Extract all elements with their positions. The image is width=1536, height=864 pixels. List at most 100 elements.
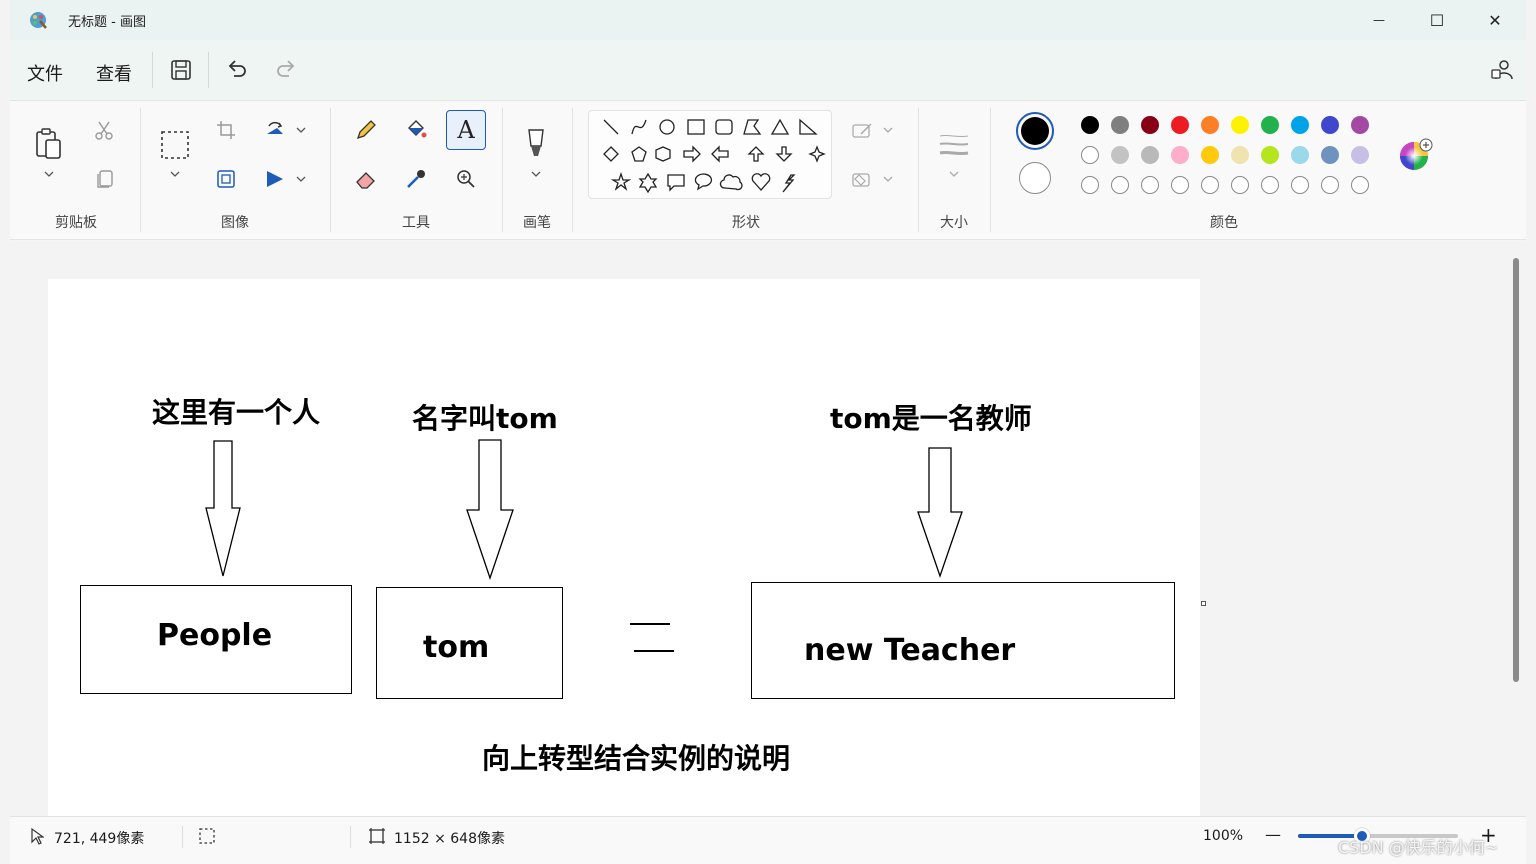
custom-color-slot[interactable] <box>1261 176 1279 194</box>
custom-color-slot[interactable] <box>1111 176 1129 194</box>
custom-color-slot[interactable] <box>1321 176 1339 194</box>
oval-callout-shape-icon[interactable] <box>694 173 713 191</box>
diamond-shape-icon[interactable] <box>603 146 619 162</box>
chevron-down-icon[interactable] <box>294 174 308 184</box>
fill-icon[interactable] <box>404 118 428 142</box>
color-picker-icon[interactable] <box>404 167 428 191</box>
custom-color-slot[interactable] <box>1231 176 1249 194</box>
magnifier-icon[interactable] <box>454 167 478 191</box>
select-icon[interactable] <box>160 130 190 160</box>
drawing-canvas[interactable]: 这里有一个人 名字叫tom tom是一名教师 People tom new Te… <box>48 279 1200 816</box>
palette-swatch[interactable] <box>1231 116 1249 134</box>
crop-icon[interactable] <box>215 119 237 141</box>
resize-icon[interactable] <box>215 168 237 190</box>
secondary-color-swatch[interactable] <box>1019 162 1051 194</box>
curve-shape-icon[interactable] <box>631 119 647 135</box>
rectangle-shape-icon[interactable] <box>687 119 705 135</box>
palette-swatch[interactable] <box>1201 116 1219 134</box>
chevron-down-icon[interactable] <box>881 174 895 184</box>
palette-swatch[interactable] <box>1321 116 1339 134</box>
arrow-down-shape-icon[interactable] <box>775 146 793 162</box>
palette-swatch[interactable] <box>1141 146 1159 164</box>
paint-window: 无标题 - 画图 — ☐ ✕ 文件 查看 剪贴板 图像 A 工具 画笔 形状 大… <box>10 0 1526 864</box>
menu-view[interactable]: 查看 <box>96 60 132 86</box>
triangle-shape-icon[interactable] <box>770 118 790 135</box>
palette-swatch[interactable] <box>1111 146 1129 164</box>
arrow-up-shape-icon[interactable] <box>747 146 765 162</box>
arrow-left-shape-icon[interactable] <box>711 145 729 163</box>
line-size-icon[interactable] <box>938 132 970 158</box>
close-icon: ✕ <box>1488 10 1502 30</box>
palette-swatch[interactable] <box>1291 146 1309 164</box>
palette-swatch[interactable] <box>1291 116 1309 134</box>
minimize-button[interactable]: — <box>1350 0 1408 40</box>
palette-swatch[interactable] <box>1201 146 1219 164</box>
watermark: CSDN @快乐的小何~ <box>1338 838 1499 857</box>
palette-swatch[interactable] <box>1261 146 1279 164</box>
menu-file[interactable]: 文件 <box>27 60 63 86</box>
lightning-shape-icon[interactable] <box>782 174 796 193</box>
custom-color-slot[interactable] <box>1351 176 1369 194</box>
chevron-down-icon[interactable] <box>947 169 961 179</box>
rounded-rectangle-shape-icon[interactable] <box>715 119 733 135</box>
primary-color-selector[interactable] <box>1016 112 1054 150</box>
outline-icon[interactable] <box>851 120 875 140</box>
arrow-right-shape-icon[interactable] <box>683 145 701 163</box>
text-tool-button[interactable]: A <box>446 110 486 150</box>
palette-swatch[interactable] <box>1351 146 1369 164</box>
redo-icon[interactable] <box>274 57 298 81</box>
line-shape-icon[interactable] <box>603 119 619 135</box>
rotate-icon[interactable] <box>263 118 287 142</box>
palette-swatch[interactable] <box>1231 146 1249 164</box>
polygon-shape-icon[interactable] <box>743 119 762 135</box>
chevron-down-icon[interactable] <box>168 169 182 179</box>
palette-swatch[interactable] <box>1261 116 1279 134</box>
heart-shape-icon[interactable] <box>751 173 771 191</box>
paste-icon[interactable] <box>34 126 64 162</box>
custom-color-slot[interactable] <box>1291 176 1309 194</box>
canvas-resize-handle[interactable] <box>1201 601 1206 606</box>
five-point-star-shape-icon[interactable] <box>610 171 632 191</box>
palette-swatch[interactable] <box>1321 146 1339 164</box>
account-icon[interactable] <box>1490 58 1514 82</box>
chevron-down-icon[interactable] <box>881 125 895 135</box>
palette-swatch[interactable] <box>1171 116 1189 134</box>
cloud-callout-shape-icon[interactable] <box>719 174 743 191</box>
flip-icon[interactable] <box>263 167 287 191</box>
chevron-down-icon[interactable] <box>529 169 543 179</box>
maximize-button[interactable]: ☐ <box>1408 0 1466 40</box>
palette-swatch[interactable] <box>1081 116 1099 134</box>
undo-icon[interactable] <box>225 57 249 81</box>
brush-icon[interactable] <box>524 126 548 162</box>
rect-callout-shape-icon[interactable] <box>667 174 685 192</box>
four-point-star-shape-icon[interactable] <box>808 145 826 163</box>
palette-swatch[interactable] <box>1081 146 1099 164</box>
save-icon[interactable] <box>170 59 192 81</box>
custom-color-slot[interactable] <box>1081 176 1099 194</box>
vertical-scrollbar[interactable] <box>1513 258 1519 682</box>
custom-color-slot[interactable] <box>1171 176 1189 194</box>
custom-color-slot[interactable] <box>1141 176 1159 194</box>
oval-shape-icon[interactable] <box>659 119 675 135</box>
chevron-down-icon[interactable] <box>42 169 56 179</box>
right-triangle-shape-icon[interactable] <box>799 118 818 135</box>
shape-fill-icon[interactable] <box>851 169 875 189</box>
chevron-down-icon[interactable] <box>294 125 308 135</box>
eraser-icon[interactable] <box>354 167 378 191</box>
palette-swatch[interactable] <box>1141 116 1159 134</box>
palette-swatch[interactable] <box>1351 116 1369 134</box>
custom-color-slot[interactable] <box>1201 176 1219 194</box>
pentagon-shape-icon[interactable] <box>631 146 647 162</box>
copy-icon[interactable] <box>94 168 116 190</box>
hexagon-shape-icon[interactable] <box>655 146 671 162</box>
close-button[interactable]: ✕ <box>1466 0 1524 40</box>
cut-icon[interactable] <box>93 119 115 141</box>
box-teacher: new Teacher <box>751 582 1175 699</box>
pencil-icon[interactable] <box>354 118 378 142</box>
palette-swatch[interactable] <box>1111 116 1129 134</box>
caption: 向上转型结合实例的说明 <box>482 742 791 775</box>
six-point-star-shape-icon[interactable] <box>638 172 658 194</box>
palette-swatch[interactable] <box>1171 146 1189 164</box>
edit-colors-icon[interactable] <box>1398 138 1434 174</box>
zoom-out-button[interactable]: — <box>1265 825 1281 844</box>
